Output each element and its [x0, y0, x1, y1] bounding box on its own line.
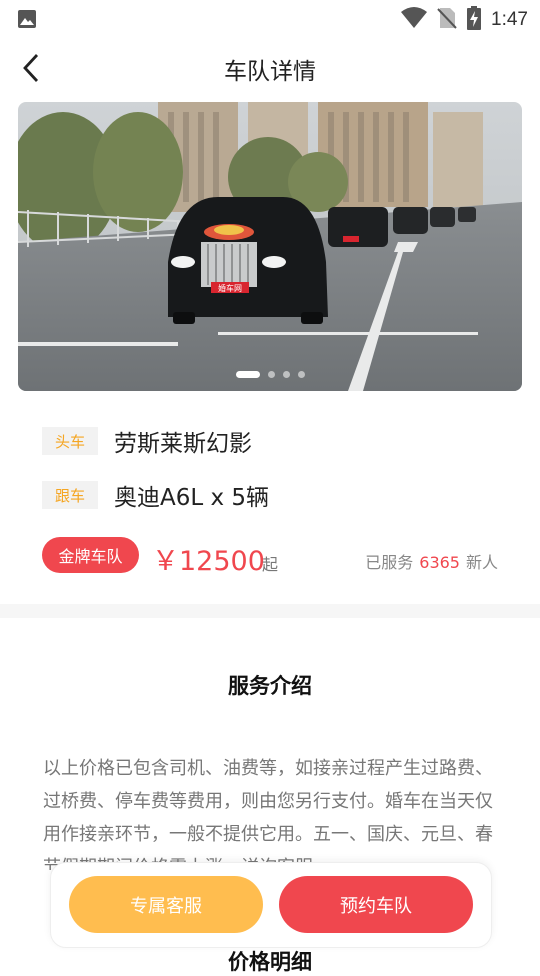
carousel-indicator: [18, 371, 522, 378]
wedding-car-photo: 婚车网: [18, 102, 522, 391]
page-title: 车队详情: [224, 59, 316, 85]
served-suffix: 新人: [465, 553, 498, 572]
wifi-icon: [401, 7, 428, 33]
served-number: 6365: [419, 553, 460, 572]
book-fleet-button[interactable]: 预约车队: [279, 876, 473, 933]
carousel-dot[interactable]: [235, 371, 260, 378]
carousel-dot[interactable]: [267, 371, 275, 378]
section-divider: [0, 604, 540, 618]
carousel-dot[interactable]: [297, 371, 305, 378]
license-plate: 婚车网: [218, 283, 242, 293]
follow-car-name: 奥迪A6L x 5辆: [114, 485, 270, 511]
carousel-dot[interactable]: [282, 371, 290, 378]
price: ￥12500: [152, 546, 265, 577]
served-prefix: 已服务: [365, 553, 414, 572]
lead-car-tag: 头车: [42, 427, 98, 455]
nav-bar: 车队详情: [0, 40, 540, 96]
battery-charging-icon: [467, 6, 482, 34]
no-sim-icon: [437, 7, 457, 33]
price-row: 金牌车队 ￥12500 起 已服务 6365 新人: [42, 537, 502, 577]
price-detail-title: 价格明细: [228, 950, 312, 974]
follow-car-tag: 跟车: [42, 481, 98, 509]
bottom-action-bar: 专属客服 预约车队: [50, 862, 492, 948]
lead-car-row: 头车 劳斯莱斯幻影: [42, 424, 252, 458]
clock: 1:47: [491, 9, 528, 30]
follow-car-row: 跟车 奥迪A6L x 5辆: [42, 478, 269, 512]
image-icon: [17, 9, 37, 33]
lead-car-name: 劳斯莱斯幻影: [114, 431, 252, 457]
status-bar: 1:47: [0, 0, 540, 36]
price-suffix: 起: [262, 555, 279, 574]
service-intro-text: 以上价格已包含司机、油费等，如接亲过程产生过路费、过桥费、停车费等费用，则由您另…: [43, 758, 493, 870]
service-intro-title: 服务介绍: [228, 674, 312, 698]
served-count: 已服务 6365 新人: [365, 549, 498, 573]
customer-service-button[interactable]: 专属客服: [69, 876, 263, 933]
gold-fleet-badge: 金牌车队: [42, 537, 139, 573]
hero-carousel[interactable]: 婚车网: [18, 102, 522, 391]
